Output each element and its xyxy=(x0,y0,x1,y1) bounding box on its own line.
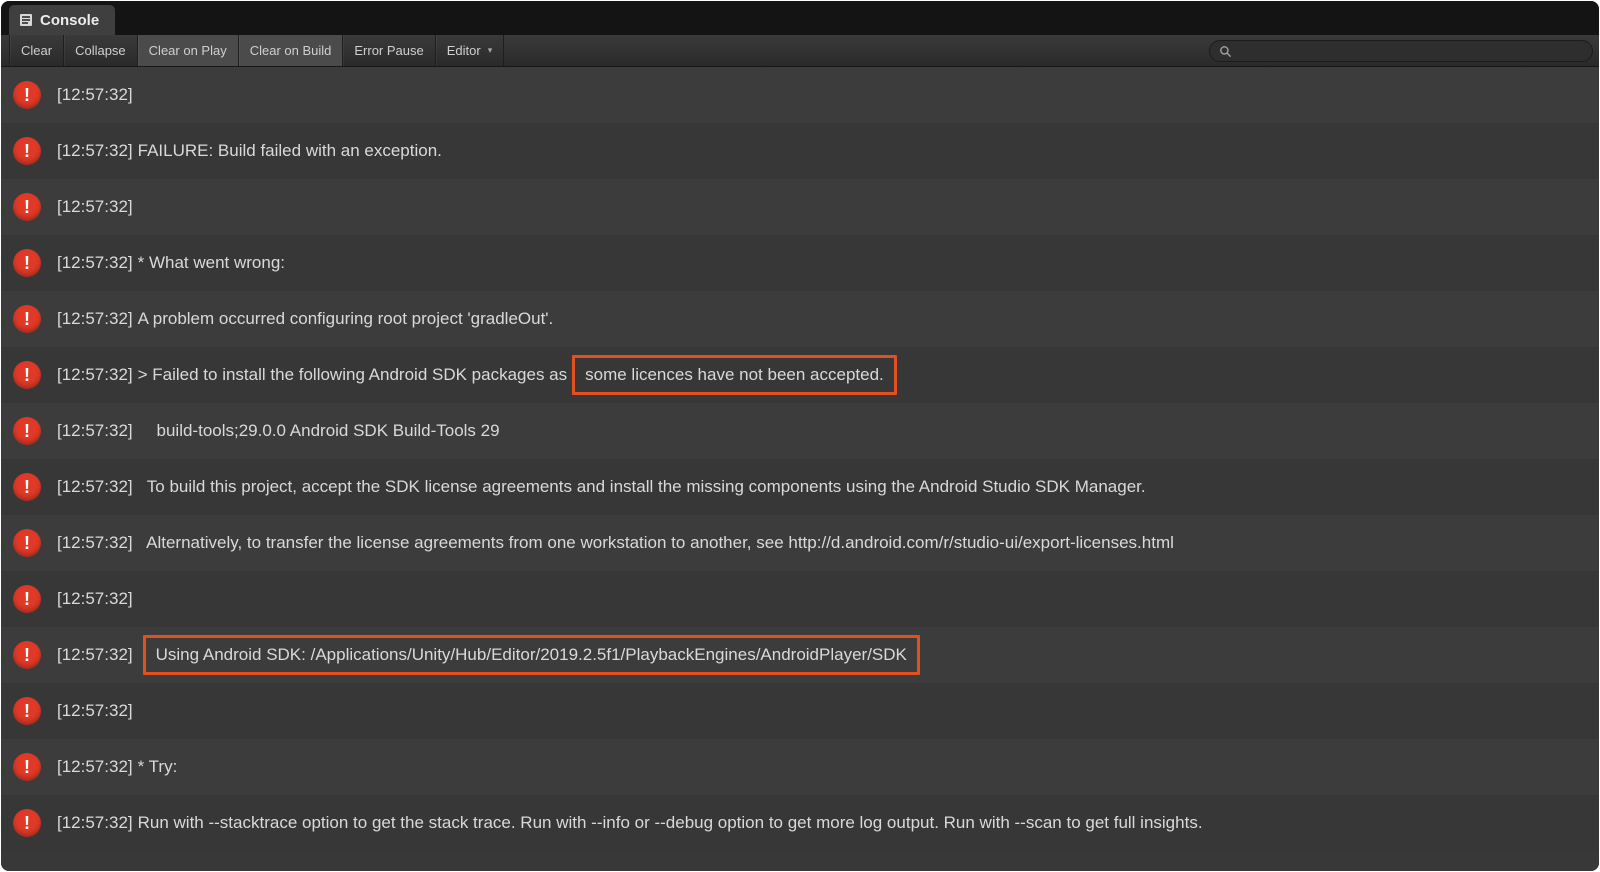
log-message: [12:57:32] xyxy=(57,701,138,721)
error-icon: ! xyxy=(13,361,41,389)
log-message: [12:57:32] To build this project, accept… xyxy=(57,477,1146,497)
log-row[interactable]: ! [12:57:32] xyxy=(1,67,1599,123)
error-icon: ! xyxy=(13,697,41,725)
log-message: [12:57:32] xyxy=(57,589,138,609)
console-list-icon xyxy=(19,13,33,27)
error-icon: ! xyxy=(13,473,41,501)
log-timestamp: [12:57:32] xyxy=(57,309,133,329)
log-text: Alternatively, to transfer the license a… xyxy=(138,533,1174,553)
error-icon: ! xyxy=(13,753,41,781)
log-row[interactable]: ! [12:57:32] xyxy=(1,571,1599,627)
log-list: ! [12:57:32] ! [12:57:32]FAILURE: Build … xyxy=(1,67,1599,871)
error-icon: ! xyxy=(13,809,41,837)
log-timestamp: [12:57:32] xyxy=(57,85,133,105)
tab-console[interactable]: Console xyxy=(9,5,115,35)
highlight-box: Using Android SDK: /Applications/Unity/H… xyxy=(143,635,920,675)
log-row[interactable]: ! [12:57:32] xyxy=(1,179,1599,235)
log-message: [12:57:32] xyxy=(57,85,138,105)
log-row[interactable]: ! [12:57:32] build-tools;29.0.0 Android … xyxy=(1,403,1599,459)
toolbar-button-error-pause[interactable]: Error Pause xyxy=(343,35,435,66)
log-row[interactable]: ! [12:57:32]A problem occurred configuri… xyxy=(1,291,1599,347)
log-message: [12:57:32]A problem occurred configuring… xyxy=(57,309,553,329)
toolbar-button-label: Clear xyxy=(21,43,52,58)
toolbar-button-group: Clear Collapse Clear on Play Clear on Bu… xyxy=(1,35,504,66)
log-message: [12:57:32] xyxy=(57,197,138,217)
error-icon: ! xyxy=(13,305,41,333)
log-timestamp: [12:57:32] xyxy=(57,365,133,385)
log-text: * Try: xyxy=(138,757,178,777)
log-message: [12:57:32]* What went wrong: xyxy=(57,253,285,273)
log-row[interactable]: ! [12:57:32] xyxy=(1,683,1599,739)
unity-console-window: Console Clear Collapse Clear on Play Cle… xyxy=(1,1,1599,871)
error-icon: ! xyxy=(13,529,41,557)
log-message: [12:57:32]Run with --stacktrace option t… xyxy=(57,813,1203,833)
error-icon: ! xyxy=(13,193,41,221)
log-text: A problem occurred configuring root proj… xyxy=(138,309,554,329)
log-timestamp: [12:57:32] xyxy=(57,645,133,665)
toolbar-button-label: Editor xyxy=(447,43,481,58)
search-input[interactable] xyxy=(1238,44,1583,58)
log-timestamp: [12:57:32] xyxy=(57,197,133,217)
toolbar-button-clear-on-build[interactable]: Clear on Build xyxy=(239,35,344,66)
log-text: Run with --stacktrace option to get the … xyxy=(138,813,1203,833)
chevron-down-icon: ▾ xyxy=(488,45,493,56)
error-icon: ! xyxy=(13,81,41,109)
log-timestamp: [12:57:32] xyxy=(57,141,133,161)
search-icon xyxy=(1219,45,1232,58)
log-timestamp: [12:57:32] xyxy=(57,701,133,721)
log-text: FAILURE: Build failed with an exception. xyxy=(138,141,442,161)
log-timestamp: [12:57:32] xyxy=(57,533,133,553)
toolbar-button-label: Collapse xyxy=(75,43,126,58)
log-timestamp: [12:57:32] xyxy=(57,589,133,609)
toolbar-button-collapse[interactable]: Collapse xyxy=(64,35,138,66)
toolbar-button-clear[interactable]: Clear xyxy=(9,35,64,66)
toolbar-button-label: Error Pause xyxy=(354,43,423,58)
error-icon: ! xyxy=(13,585,41,613)
log-row[interactable]: ! [12:57:32] Using Android SDK: /Applicat… xyxy=(1,627,1599,683)
log-row[interactable]: ! [12:57:32]> Failed to install the foll… xyxy=(1,347,1599,403)
tab-bar: Console xyxy=(1,1,1599,35)
toolbar-button-clear-on-play[interactable]: Clear on Play xyxy=(138,35,239,66)
log-row[interactable]: ! [12:57:32]* Try: xyxy=(1,739,1599,795)
log-timestamp: [12:57:32] xyxy=(57,421,133,441)
log-message: [12:57:32]* Try: xyxy=(57,757,177,777)
toolbar-button-label: Clear on Build xyxy=(250,43,332,58)
error-icon: ! xyxy=(13,417,41,445)
log-row[interactable]: ! [12:57:32]Run with --stacktrace option… xyxy=(1,795,1599,851)
toolbar-button-editor[interactable]: Editor ▾ xyxy=(436,35,505,66)
toolbar: Clear Collapse Clear on Play Clear on Bu… xyxy=(1,35,1599,67)
error-icon: ! xyxy=(13,137,41,165)
log-message: [12:57:32] build-tools;29.0.0 Android SD… xyxy=(57,421,500,441)
log-timestamp: [12:57:32] xyxy=(57,253,133,273)
log-text: * What went wrong: xyxy=(138,253,285,273)
highlight-box: some licences have not been accepted. xyxy=(572,355,897,395)
log-message: [12:57:32]> Failed to install the follow… xyxy=(57,355,897,395)
log-text: To build this project, accept the SDK li… xyxy=(138,477,1146,497)
log-message: [12:57:32]FAILURE: Build failed with an … xyxy=(57,141,442,161)
log-message: [12:57:32] Using Android SDK: /Applicatio… xyxy=(57,635,920,675)
log-message: [12:57:32] Alternatively, to transfer th… xyxy=(57,533,1174,553)
log-timestamp: [12:57:32] xyxy=(57,757,133,777)
log-row[interactable]: ! [12:57:32]* What went wrong: xyxy=(1,235,1599,291)
log-timestamp: [12:57:32] xyxy=(57,477,133,497)
log-text: build-tools;29.0.0 Android SDK Build-Too… xyxy=(138,421,500,441)
toolbar-button-label: Clear on Play xyxy=(149,43,227,58)
error-icon: ! xyxy=(13,641,41,669)
search-box[interactable] xyxy=(1209,40,1593,62)
error-icon: ! xyxy=(13,249,41,277)
log-row[interactable]: ! [12:57:32] Alternatively, to transfer … xyxy=(1,515,1599,571)
log-row[interactable]: ! [12:57:32] To build this project, acce… xyxy=(1,459,1599,515)
log-timestamp: [12:57:32] xyxy=(57,813,133,833)
log-row[interactable]: ! [12:57:32]FAILURE: Build failed with a… xyxy=(1,123,1599,179)
tab-label: Console xyxy=(40,12,99,29)
log-text: > Failed to install the following Androi… xyxy=(138,365,568,385)
